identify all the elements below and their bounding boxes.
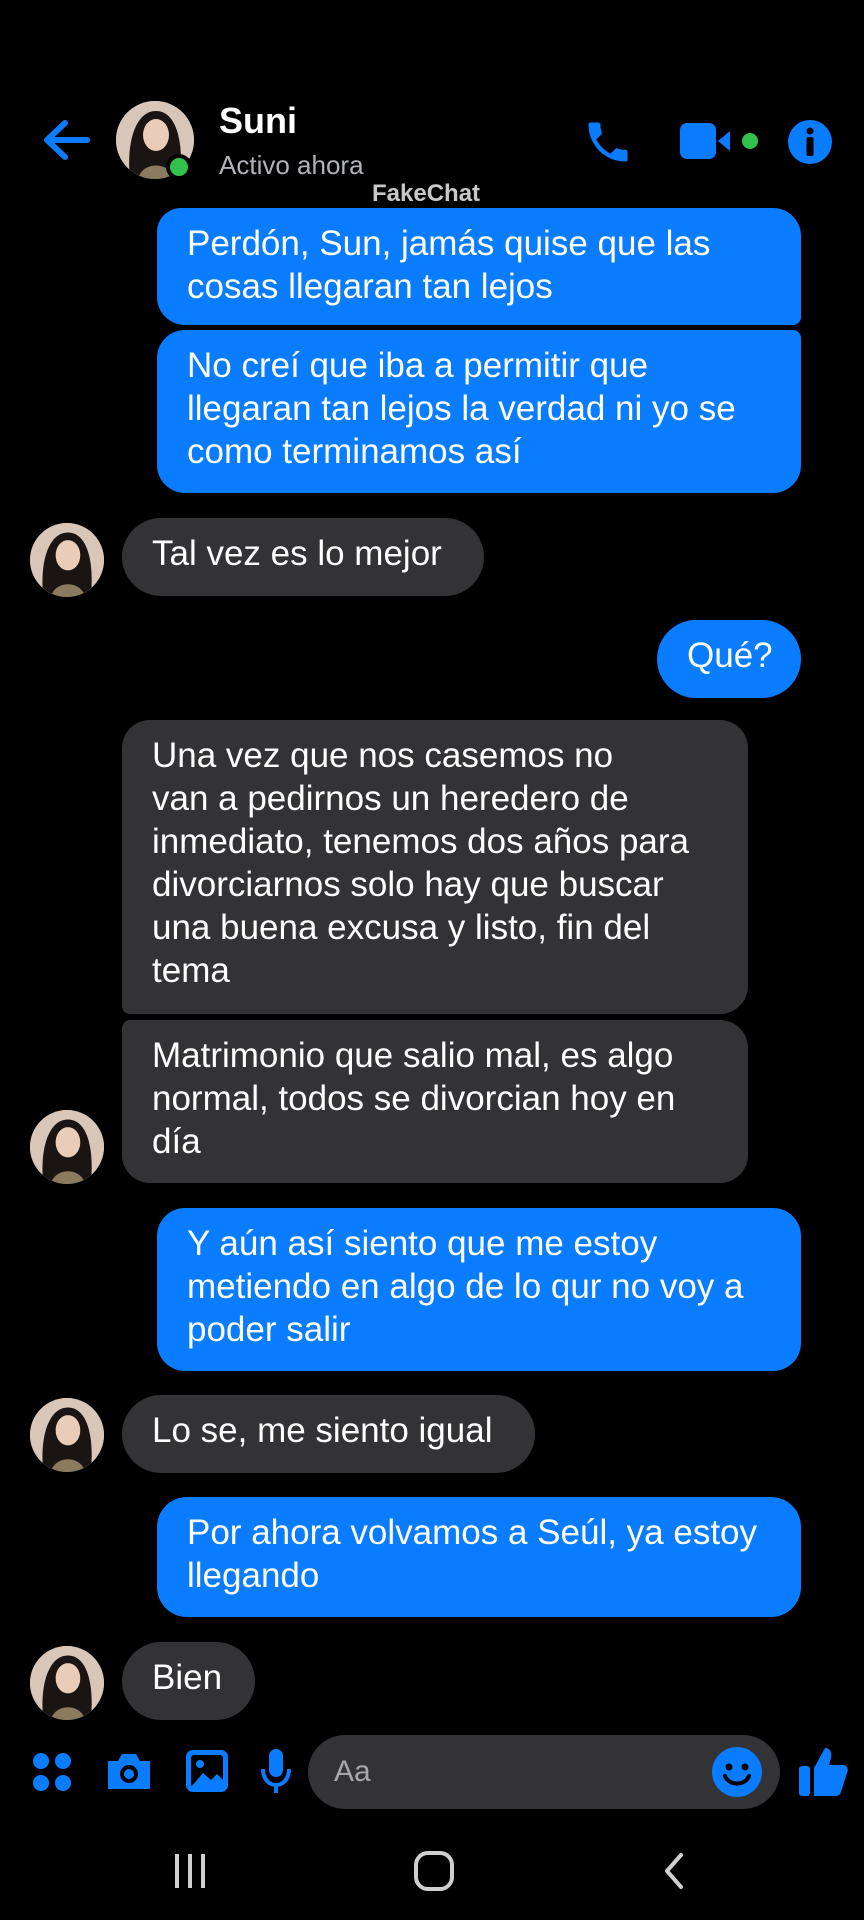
call-button[interactable] — [578, 114, 638, 170]
incoming-message[interactable]: Matrimonio que salio mal, es algo normal… — [122, 1020, 748, 1183]
info-icon — [788, 120, 832, 164]
camera-button[interactable] — [102, 1746, 156, 1796]
contact-avatar-small[interactable] — [30, 1646, 104, 1720]
outgoing-message[interactable]: Qué? — [657, 620, 801, 698]
contact-name[interactable]: Suni — [219, 100, 297, 142]
outgoing-message[interactable]: Y aún así siento que me estoy metiendo e… — [157, 1208, 801, 1371]
emoji-button[interactable] — [710, 1745, 764, 1799]
incoming-message[interactable]: Lo se, me siento igual — [122, 1395, 535, 1473]
apps-button[interactable] — [28, 1748, 76, 1796]
online-indicator — [166, 154, 192, 180]
watermark: FakeChat — [372, 180, 481, 207]
contact-status: Activo ahora — [219, 150, 364, 180]
incoming-message[interactable]: Una vez que nos casemos no van a pedirno… — [122, 720, 748, 1014]
camera-icon — [108, 1754, 150, 1789]
message-input[interactable]: Aa — [308, 1735, 780, 1809]
back-button[interactable] — [36, 110, 96, 170]
contact-avatar-small[interactable] — [30, 1110, 104, 1184]
phone-icon — [588, 122, 628, 162]
incoming-message[interactable]: Bien — [122, 1642, 255, 1720]
gallery-icon — [186, 1750, 228, 1792]
video-camera-icon — [680, 123, 758, 159]
like-button[interactable] — [796, 1742, 850, 1800]
contact-avatar-small[interactable] — [30, 523, 104, 597]
voice-button[interactable] — [258, 1744, 294, 1798]
thumbs-up-icon — [799, 1748, 848, 1796]
outgoing-message[interactable]: Perdón, Sun, jamás quise que las cosas l… — [157, 208, 801, 325]
emoji-icon — [712, 1747, 762, 1797]
video-call-button[interactable] — [676, 116, 762, 166]
home-icon — [414, 1851, 454, 1891]
recents-button[interactable] — [160, 1846, 220, 1896]
contact-avatar-small[interactable] — [30, 1398, 104, 1472]
outgoing-message[interactable]: No creí que iba a permitir que llegaran … — [157, 330, 801, 493]
home-button[interactable] — [404, 1846, 464, 1896]
gallery-button[interactable] — [182, 1746, 232, 1796]
nav-back-button[interactable] — [644, 1846, 704, 1896]
recents-icon — [175, 1854, 205, 1888]
chat-header: Suni Activo ahora FakeChat — [0, 0, 864, 207]
info-button[interactable] — [782, 114, 838, 170]
apps-icon — [33, 1753, 71, 1791]
outgoing-message[interactable]: Por ahora volvamos a Seúl, ya estoy lleg… — [157, 1497, 801, 1617]
back-arrow-icon — [44, 120, 90, 160]
back-icon — [665, 1853, 683, 1889]
microphone-icon — [261, 1749, 291, 1793]
incoming-message[interactable]: Tal vez es lo mejor — [122, 518, 484, 596]
message-input-placeholder: Aa — [334, 1755, 371, 1788]
